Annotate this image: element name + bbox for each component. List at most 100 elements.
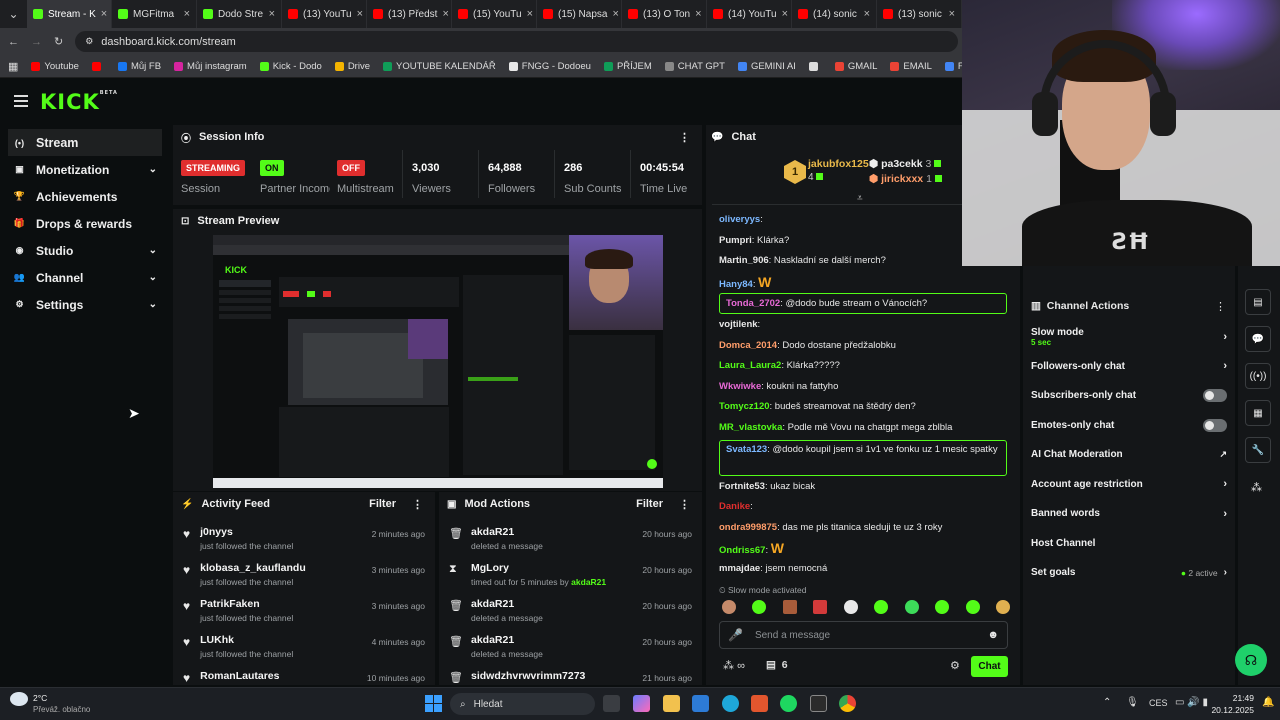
browser-tab[interactable]: Dodo Stre × (197, 0, 282, 28)
browser-tab[interactable]: (13) YouTu × (282, 0, 367, 28)
reload-icon[interactable]: ↻ (54, 35, 63, 48)
microphone-icon[interactable]: 🎤 (728, 628, 743, 642)
bookmark-item[interactable]: Můj FB (117, 61, 161, 72)
browser-tab[interactable]: (14) YouTu × (707, 0, 792, 28)
close-tab-icon[interactable]: × (782, 8, 788, 20)
browser-tab[interactable]: (15) Napsa × (537, 0, 622, 28)
sidebar-item-studio[interactable]: ◉ Studio ⌄ (0, 237, 170, 264)
activity-username[interactable]: j0nyys (200, 526, 293, 538)
task-view-icon[interactable] (603, 695, 620, 712)
bookmark-item[interactable]: Kick - Dodo (259, 61, 322, 72)
tab-search-icon[interactable]: ⌄ (0, 0, 27, 28)
chat-username[interactable]: Tonda_2702 (726, 298, 780, 309)
close-tab-icon[interactable]: × (527, 8, 533, 20)
copilot-icon[interactable] (633, 695, 650, 712)
channel-action-subscribers-only-chat[interactable]: Subscribers-only chat (1031, 381, 1227, 411)
chat-username[interactable]: Fortnite53 (719, 481, 765, 492)
mod-action-username[interactable]: akdaR21 (471, 526, 543, 538)
sidebar-item-achievements[interactable]: 🏆 Achievements (0, 183, 170, 210)
activity-more-icon[interactable]: ⋮ (412, 498, 423, 511)
sidebar-item-monetization[interactable]: ▣ Monetization ⌄ (0, 156, 170, 183)
channel-action-followers-only-chat[interactable]: Followers-only chat › (1031, 352, 1227, 382)
outlook-icon[interactable] (692, 695, 709, 712)
weather-temp[interactable]: 2°C (33, 693, 47, 703)
emote-2[interactable] (752, 600, 767, 614)
chrome-icon[interactable] (839, 695, 856, 712)
emoji-picker-icon[interactable]: ☻ (987, 629, 999, 641)
chat-username[interactable]: Laura_Laura2 (719, 360, 781, 371)
chat-username[interactable]: Domca_2014 (719, 340, 777, 351)
language-indicator[interactable]: CES (1149, 698, 1168, 708)
close-tab-icon[interactable]: × (101, 8, 107, 20)
second-gifter[interactable]: ⬢ pa3cekk 3 (869, 158, 942, 170)
spotify-icon[interactable] (780, 695, 797, 712)
activity-filter-button[interactable]: Filter (369, 498, 396, 510)
chat-username[interactable]: ondra999875 (719, 522, 777, 533)
weather-icon[interactable] (10, 692, 28, 706)
sidebar-item-stream[interactable]: (•) Stream (8, 129, 162, 156)
third-gifter[interactable]: ⬢ jirickxxx 1 (869, 173, 942, 185)
chat-input[interactable]: 🎤 Send a message ☻ (719, 621, 1008, 649)
file-explorer-icon[interactable] (663, 695, 680, 712)
browser-tab[interactable]: (13) sonic × (877, 0, 962, 28)
bookmark-item[interactable]: YOUTUBE KALENDÁŘ (382, 61, 496, 72)
bookmark-item[interactable] (808, 61, 822, 71)
clock-time[interactable]: 21:49 (1228, 693, 1254, 703)
chat-settings-icon[interactable]: ⚙ (950, 659, 960, 672)
tray-chevron-icon[interactable]: ⌃ (1103, 697, 1111, 708)
chat-username[interactable]: Hany84 (719, 279, 753, 290)
clock-date[interactable]: 20.12.2025 (1211, 705, 1254, 715)
stream-preview-video[interactable]: KICK (213, 235, 663, 488)
sidebar-item-settings[interactable]: ⚙ Settings ⌄ (0, 291, 170, 318)
support-headset-button[interactable]: ☊ (1235, 644, 1267, 676)
browser-tab[interactable]: (15) YouTu × (452, 0, 537, 28)
mod-action-by[interactable]: akdaR21 (571, 577, 606, 587)
bookmark-item[interactable]: CHAT GPT (664, 61, 725, 72)
more-rail-icon[interactable]: ⁂ (1251, 481, 1262, 494)
channel-action-ai-chat-moderation[interactable]: AI Chat Moderation ↗ (1031, 440, 1227, 470)
mod-more-icon[interactable]: ⋮ (679, 498, 690, 511)
channel-action-set-goals[interactable]: Set goals ● 2 active › (1031, 558, 1227, 588)
bookmark-item[interactable]: GEMINI AI (737, 61, 796, 72)
emote-6[interactable] (874, 600, 889, 614)
mod-action-username[interactable]: MgLory (471, 562, 606, 574)
mod-filter-button[interactable]: Filter (636, 498, 663, 510)
more-options-icon[interactable]: ⋮ (679, 131, 690, 144)
browser-tab[interactable]: MGFitma × (112, 0, 197, 28)
back-icon[interactable]: ← (8, 36, 19, 48)
mod-action-username[interactable]: sidwdzhvrwvrimm7273 (471, 670, 585, 682)
kick-logo[interactable]: KICKBETA (40, 90, 118, 114)
collapse-leaderboard-icon[interactable]: ⩡ (857, 193, 863, 204)
browser-tab[interactable]: Stream - K × (27, 0, 112, 28)
sidebar-item-channel[interactable]: 👥 Channel ⌄ (0, 264, 170, 291)
tools-rail-icon[interactable]: 🔧 (1245, 437, 1271, 463)
chat-username[interactable]: Svata123 (726, 444, 767, 455)
channel-actions-more-icon[interactable]: ⋮ (1215, 300, 1226, 313)
broadcast-rail-icon[interactable]: ((•)) (1245, 363, 1271, 389)
gift-sub-button[interactable]: ▤ 6 (766, 659, 788, 671)
channel-action-banned-words[interactable]: Banned words › (1031, 499, 1227, 529)
windows-start-icon[interactable] (425, 695, 442, 712)
chat-username[interactable]: vojtilenk (719, 319, 758, 330)
toggle-switch[interactable] (1203, 389, 1227, 403)
browser-tab[interactable]: (13) O Ton × (622, 0, 707, 28)
url-field[interactable]: ⚙ dashboard.kick.com/stream (75, 31, 958, 52)
emote-4[interactable] (813, 600, 828, 614)
browser-tab[interactable]: (13) Předst × (367, 0, 452, 28)
sidebar-item-drops-rewards[interactable]: 🎁 Drops & rewards (0, 210, 170, 237)
chat-username[interactable]: mmajdae (719, 563, 760, 574)
emote-1[interactable] (722, 600, 736, 614)
brave-icon[interactable] (751, 695, 768, 712)
bookmark-item[interactable]: GMAIL (834, 61, 877, 72)
terminal-icon[interactable] (810, 695, 827, 712)
chat-username[interactable]: Danike (719, 501, 750, 512)
browser-tab[interactable]: (14) sonic × (792, 0, 877, 28)
bookmark-item[interactable]: Drive (334, 61, 370, 72)
top-gifter-name[interactable]: jakubfox125 (808, 158, 869, 170)
apps-grid-icon[interactable]: ▦ (8, 60, 18, 73)
menu-icon[interactable] (14, 93, 28, 107)
close-tab-icon[interactable]: × (695, 8, 701, 20)
bookmark-item[interactable]: Youtube (31, 61, 79, 72)
bookmark-item[interactable] (91, 61, 105, 71)
bookmark-item[interactable]: Faktury - Vytváření (944, 61, 962, 72)
